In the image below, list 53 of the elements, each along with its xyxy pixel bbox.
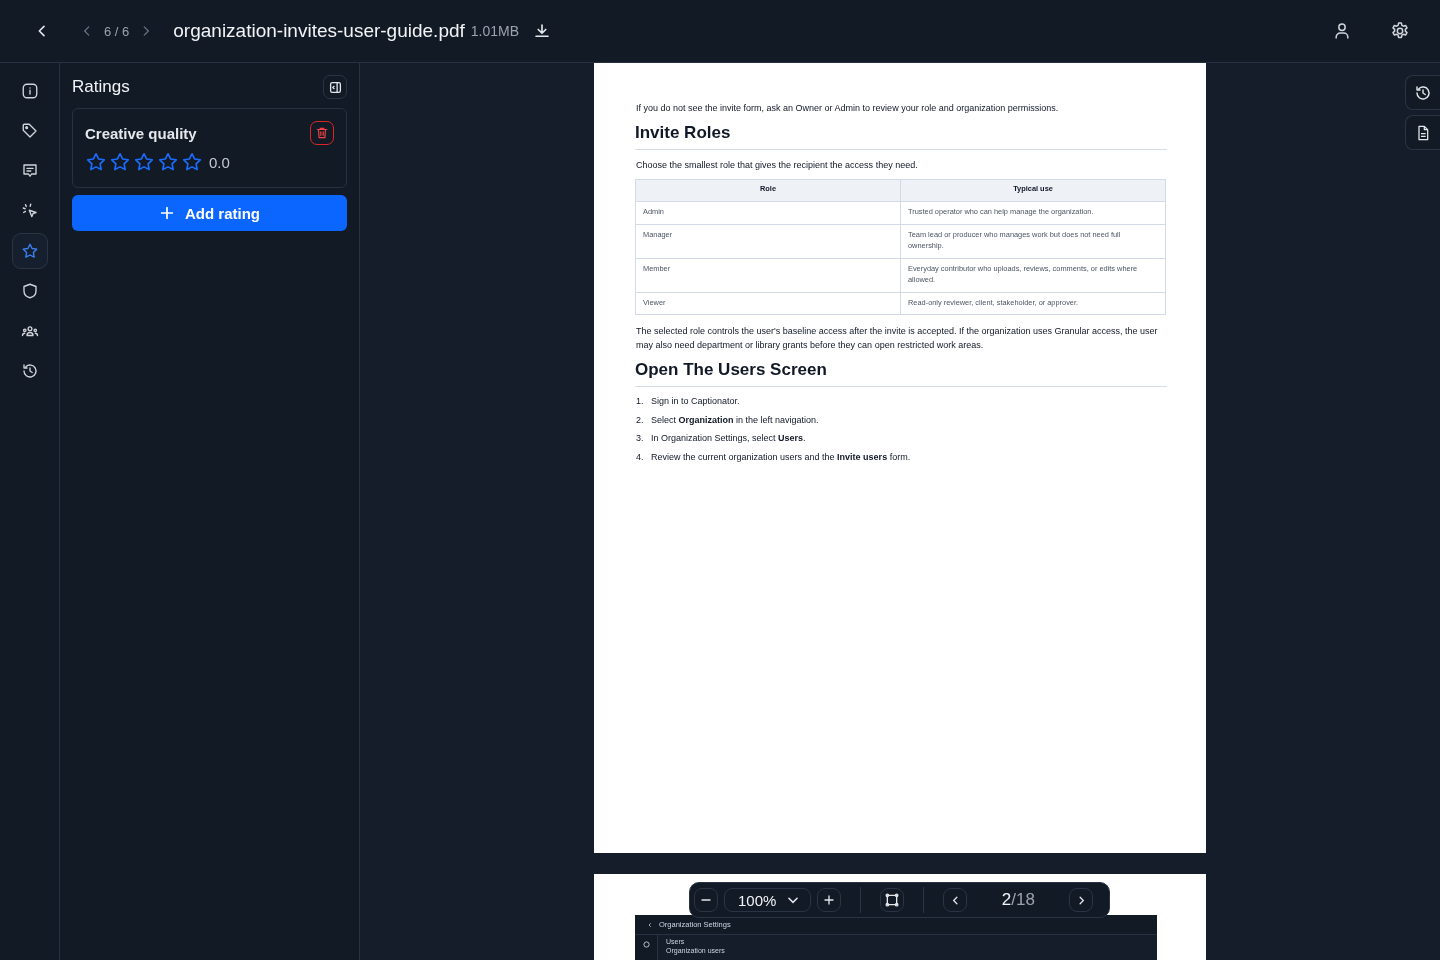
- star-icon: [20, 242, 39, 260]
- paragraph: If you do not see the invite form, ask an Owner or Admin to review your role and organization permissions.: [636, 102, 1060, 115]
- paragraph: Choose the smallest role that gives the recipient the access they need.: [636, 159, 919, 172]
- star-icon[interactable]: [133, 151, 155, 173]
- chevron-left-icon: [647, 921, 653, 928]
- list-item: Review the current organization users and the Invite users form.: [651, 450, 911, 464]
- document-icon: [1415, 124, 1431, 141]
- panel-title: Ratings: [72, 77, 130, 97]
- zoom-out-button[interactable]: [694, 888, 718, 912]
- star-icon[interactable]: [181, 151, 203, 173]
- settings-icon: [1390, 21, 1410, 41]
- user-icon: [1332, 21, 1352, 41]
- trash-icon: [315, 126, 329, 140]
- list-number: 4.: [636, 450, 645, 464]
- tag-icon: [20, 122, 39, 140]
- section-heading: Invite Roles: [635, 123, 1167, 150]
- fit-page-button[interactable]: [880, 888, 905, 912]
- rating-value: 0.0: [209, 153, 230, 171]
- list-item: Sign in to Captionator.: [651, 395, 740, 408]
- delete-rating-button[interactable]: [310, 121, 334, 145]
- previous-page-button[interactable]: [943, 888, 968, 912]
- plus-icon: [823, 894, 836, 906]
- document-button[interactable]: [1405, 115, 1440, 150]
- page-counter: 2/18: [1000, 890, 1036, 910]
- list-number: 3.: [636, 432, 645, 445]
- sparkle-cursor-icon: [20, 202, 39, 220]
- sidebar-collapse-icon: [328, 80, 342, 94]
- section-heading: Open The Users Screen: [635, 360, 1167, 387]
- history-icon: [20, 362, 39, 380]
- file-size: 1.01MB: [470, 23, 520, 39]
- history-button[interactable]: [1405, 75, 1440, 110]
- add-rating-button[interactable]: Add rating: [72, 195, 347, 231]
- collapse-panel-button[interactable]: [323, 75, 347, 99]
- zoom-dropdown[interactable]: 100%: [724, 888, 812, 912]
- next-page-button[interactable]: [1069, 888, 1094, 912]
- plus-icon: [159, 205, 175, 221]
- download-icon: [533, 22, 552, 40]
- star-icon[interactable]: [85, 151, 107, 173]
- shield-icon: [20, 282, 39, 300]
- file-counter: 6 / 6: [104, 23, 130, 39]
- list-item: Select Organization in the left navigation.: [651, 413, 819, 427]
- rating-name: Creative quality: [85, 124, 197, 142]
- paragraph: The selected role controls the user's baseline access after the invite is accepted. If the organization uses Granular access, the user may also need department or library grants before they can open restricted work areas.: [636, 325, 1159, 352]
- crop-frame-icon: [884, 892, 901, 908]
- comment-icon: [20, 162, 39, 180]
- list-number: 2.: [636, 413, 645, 427]
- file-name: organization-invites-user-guide.pdf: [173, 20, 465, 42]
- star-icon[interactable]: [157, 151, 179, 173]
- list-item: In Organization Settings, select Users.: [651, 432, 806, 445]
- list-number: 1.: [636, 395, 645, 408]
- star-icon[interactable]: [109, 151, 131, 173]
- zoom-in-button[interactable]: [817, 888, 842, 912]
- history-icon: [1414, 83, 1432, 102]
